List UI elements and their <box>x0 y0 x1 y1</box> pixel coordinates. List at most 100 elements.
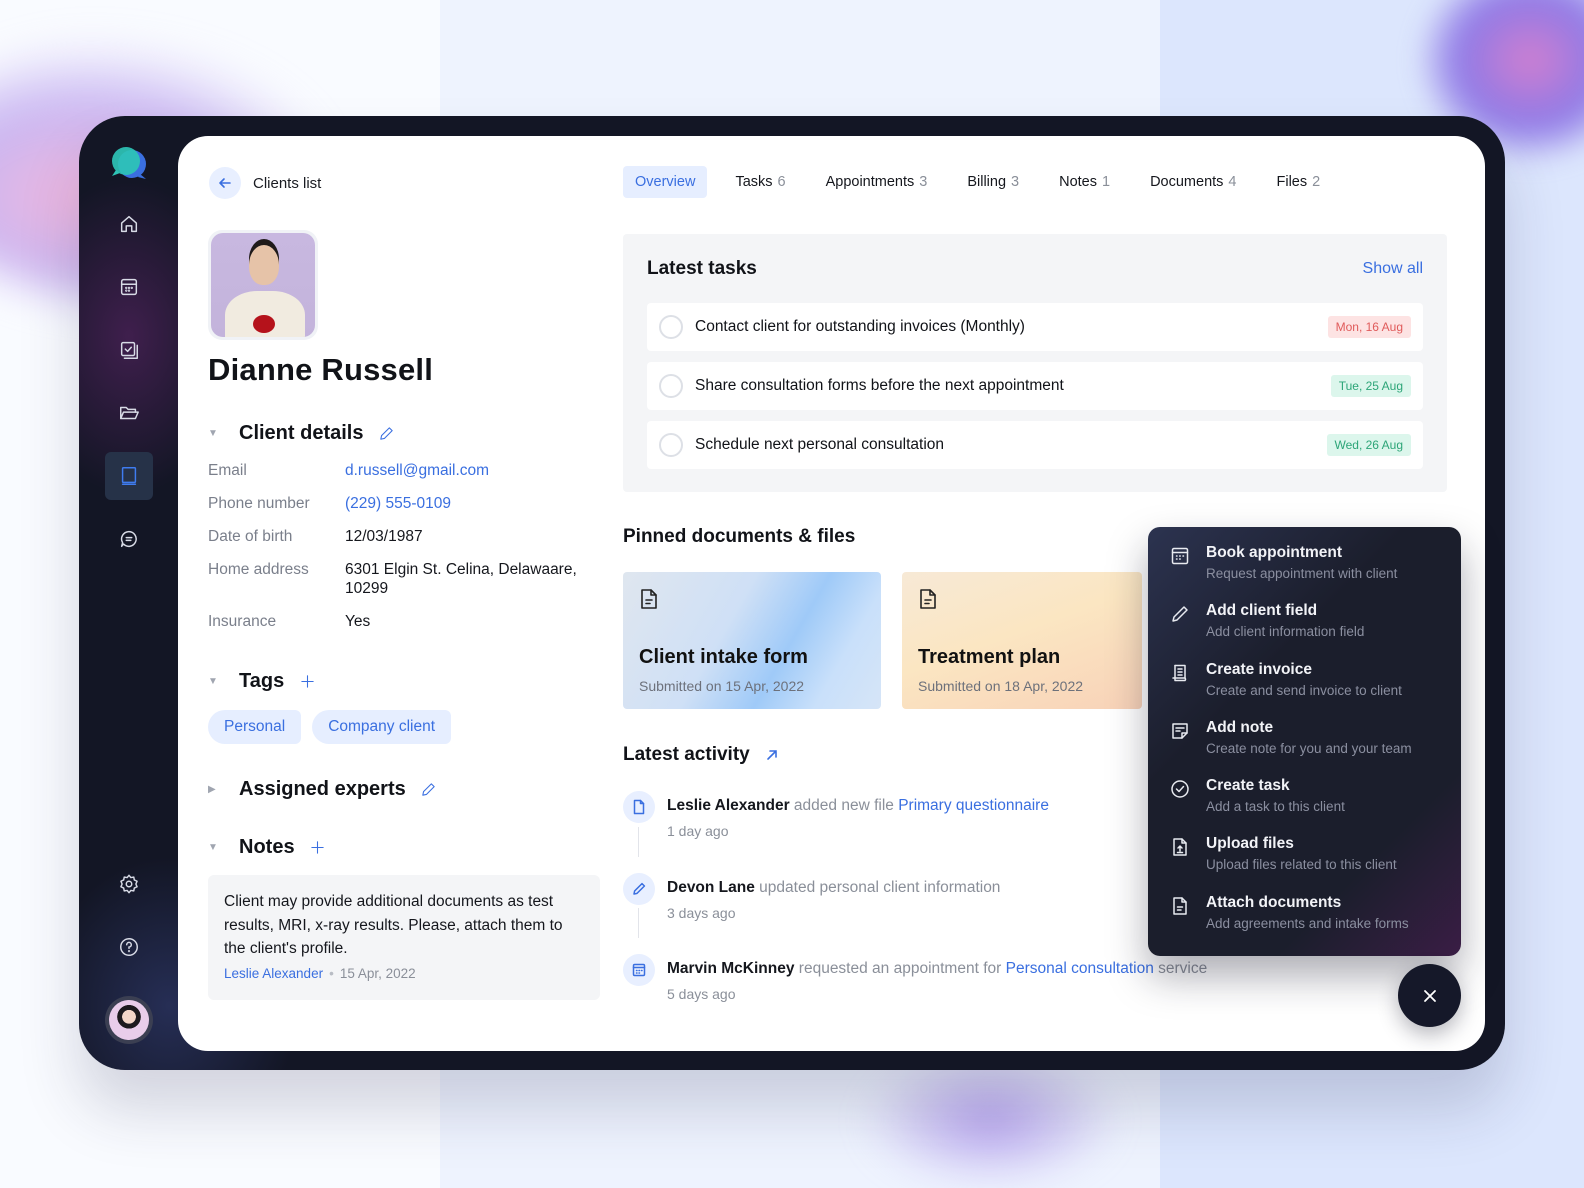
pencil-icon <box>380 427 393 440</box>
section-notes: ▼ Notes <box>208 836 327 859</box>
chat-icon <box>120 530 137 548</box>
add-note-button[interactable] <box>309 839 327 857</box>
note-date: 15 Apr, 2022 <box>339 965 416 981</box>
document-icon <box>920 589 936 609</box>
edit-details-button[interactable] <box>377 425 395 443</box>
back-button[interactable] <box>209 167 241 199</box>
menu-item-add-note[interactable]: Add note Create note for you and your tea… <box>1148 716 1461 774</box>
pencil-icon <box>633 882 646 895</box>
menu-item-upload-files[interactable]: Upload files Upload files related to this… <box>1148 832 1461 890</box>
calendar-icon <box>632 963 646 977</box>
tab-notes[interactable]: Notes 1 <box>1047 166 1122 198</box>
tab-overview[interactable]: Overview <box>623 166 708 198</box>
external-link-icon[interactable] <box>764 747 780 763</box>
phone-link[interactable]: (229) 555-0109 <box>345 494 451 513</box>
caret-down-icon[interactable]: ▼ <box>208 842 226 853</box>
edit-experts-button[interactable] <box>420 781 438 799</box>
file-icon <box>633 799 645 815</box>
latest-activity-header: Latest activity <box>623 744 780 766</box>
activity-item: Leslie Alexander added new file Primary … <box>623 791 1049 839</box>
sidebar-item-tasks[interactable] <box>105 326 153 374</box>
gear-icon <box>120 874 138 894</box>
tag-personal[interactable]: Personal <box>208 710 302 744</box>
add-tag-button[interactable] <box>298 673 316 691</box>
calendar-icon <box>120 278 138 296</box>
pinned-doc-card[interactable]: Treatment plan Submitted on 18 Apr, 2022 <box>902 572 1142 709</box>
latest-tasks-title: Latest tasks <box>647 258 757 279</box>
sidebar-item-home[interactable] <box>105 200 153 248</box>
sidebar-item-help[interactable] <box>105 923 153 971</box>
file-upload-icon <box>1173 838 1187 857</box>
task-checkbox[interactable] <box>659 374 683 398</box>
section-title: Notes <box>239 836 295 858</box>
folder-icon <box>120 406 139 420</box>
client-details-list: Email d.russell@gmail.com Phone number (22… <box>208 461 608 645</box>
section-title: Tags <box>239 670 285 692</box>
task-row[interactable]: Contact client for outstanding invoices … <box>647 303 1423 351</box>
check-circle-icon <box>1171 780 1189 798</box>
tab-documents[interactable]: Documents 4 <box>1138 166 1248 198</box>
tab-appointments[interactable]: Appointments 3 <box>814 166 940 198</box>
client-photo <box>208 230 318 340</box>
close-menu-button[interactable] <box>1398 964 1461 1027</box>
task-row[interactable]: Schedule next personal consultation Wed,… <box>647 421 1423 469</box>
menu-item-create-invoice[interactable]: Create invoice Create and send invoice to… <box>1148 658 1461 716</box>
detail-row-email: Email d.russell@gmail.com <box>208 461 490 480</box>
menu-item-book-appointment[interactable]: Book appointment Request appointment with… <box>1148 541 1461 599</box>
sidebar-item-clients[interactable] <box>105 452 153 500</box>
sidebar-item-messages[interactable] <box>105 515 153 563</box>
sidebar-item-settings[interactable] <box>105 860 153 908</box>
tag-company-client[interactable]: Company client <box>312 710 452 744</box>
tab-files[interactable]: Files 2 <box>1265 166 1333 198</box>
sidebar-item-calendar[interactable] <box>105 263 153 311</box>
menu-item-create-task[interactable]: Create task Add a task to this client <box>1148 774 1461 832</box>
email-link[interactable]: d.russell@gmail.com <box>345 461 489 480</box>
task-checkbox[interactable] <box>659 433 683 457</box>
tab-tasks[interactable]: Tasks 6 <box>723 166 797 198</box>
latest-tasks-card: Latest tasks Show all Contact client for… <box>623 234 1447 492</box>
section-title: Client details <box>239 422 364 444</box>
activity-item: Devon Lane updated personal client infor… <box>623 873 1000 921</box>
due-date-badge: Wed, 26 Aug <box>1326 434 1411 456</box>
caret-right-icon[interactable]: ▶ <box>208 784 226 795</box>
activity-link[interactable]: Primary questionnaire <box>898 797 1049 814</box>
menu-item-attach-documents[interactable]: Attach documents Add agreements and intak… <box>1148 891 1461 949</box>
note-icon <box>1172 723 1188 739</box>
caret-down-icon[interactable]: ▼ <box>208 676 226 687</box>
sidebar <box>79 116 178 1070</box>
detail-row-insurance: Insurance Yes <box>208 613 371 630</box>
activity-item: Marvin McKinney requested an appointment… <box>623 954 1207 1002</box>
book-icon <box>121 467 137 485</box>
task-checkbox[interactable] <box>659 315 683 339</box>
note-author[interactable]: Leslie Alexander <box>224 966 323 981</box>
section-tags: ▼ Tags <box>208 670 316 693</box>
document-icon <box>641 589 657 609</box>
task-row[interactable]: Share consultation forms before the next… <box>647 362 1423 410</box>
pencil-icon <box>1172 606 1188 623</box>
plus-icon <box>311 841 324 854</box>
detail-row-address: Home address 6301 Elgin St. Celina, Delaw… <box>208 561 577 597</box>
menu-item-add-client-field[interactable]: Add client field Add client information f… <box>1148 599 1461 657</box>
due-date-badge: Tue, 25 Aug <box>1330 375 1411 397</box>
detail-row-dob: Date of birth 12/03/1987 <box>208 528 423 545</box>
breadcrumb-clients-list[interactable]: Clients list <box>253 175 321 192</box>
caret-down-icon[interactable]: ▼ <box>208 428 226 439</box>
pinned-documents-title: Pinned documents & files <box>623 526 856 547</box>
home-icon <box>120 215 138 233</box>
document-icon <box>1173 897 1187 915</box>
tasks-icon <box>120 341 138 359</box>
pinned-doc-card[interactable]: Client intake form Submitted on 15 Apr, … <box>623 572 881 709</box>
tab-billing[interactable]: Billing 3 <box>955 166 1031 198</box>
plus-icon <box>301 675 314 688</box>
app-logo-icon <box>112 147 146 179</box>
activity-link[interactable]: Personal consultation <box>1006 960 1154 977</box>
user-avatar[interactable] <box>105 996 153 1044</box>
show-all-tasks-link[interactable]: Show all <box>1363 260 1423 278</box>
calendar-icon <box>1171 547 1189 565</box>
pencil-icon <box>422 783 435 796</box>
sidebar-item-files[interactable] <box>105 389 153 437</box>
arrow-left-icon <box>219 178 231 188</box>
client-name: Dianne Russell <box>208 352 434 387</box>
due-date-badge: Mon, 16 Aug <box>1327 316 1411 338</box>
note-card[interactable]: Client may provide additional documents … <box>208 875 600 1000</box>
